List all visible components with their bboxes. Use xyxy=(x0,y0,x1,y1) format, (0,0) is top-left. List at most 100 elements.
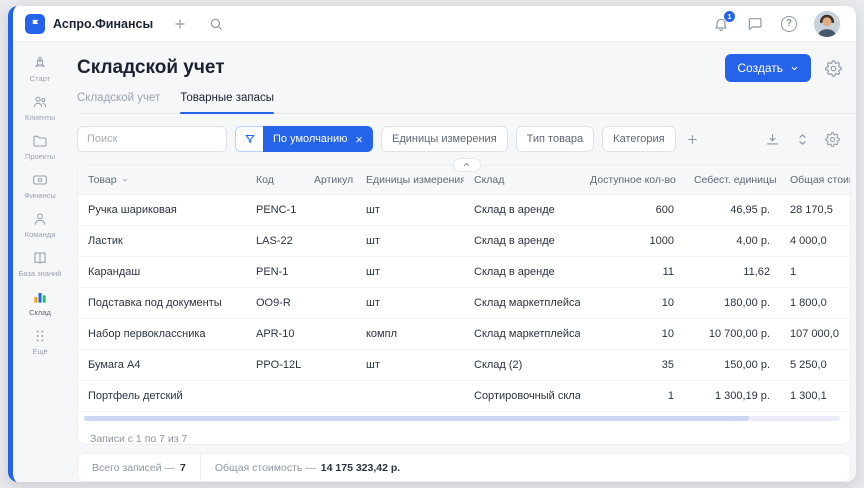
create-button-label: Создать xyxy=(737,61,783,75)
cell-product: Карандаш xyxy=(78,256,246,287)
column-header-qty[interactable]: Доступное кол-во xyxy=(580,166,684,195)
table-row[interactable]: Набор первоклассника APR-10 компл Склад … xyxy=(78,318,850,349)
sidebar-item-more[interactable]: Ещё xyxy=(15,325,65,359)
total-records-label: Всего записей — xyxy=(92,462,175,474)
add-filter-button[interactable] xyxy=(686,133,699,146)
topbar: Аспро.Финансы 1 ? xyxy=(13,6,856,42)
filter-chip-category[interactable]: Категория xyxy=(602,126,675,152)
chat-icon xyxy=(747,16,763,32)
cell-total: 28 170,5 xyxy=(780,194,850,225)
help-button[interactable]: ? xyxy=(780,15,798,33)
column-header-product[interactable]: Товар xyxy=(78,166,246,195)
active-filter-chip[interactable]: По умолчанию × xyxy=(263,126,373,152)
global-search-button[interactable] xyxy=(207,15,225,33)
page-title: Складской учет xyxy=(77,57,225,79)
inventory-table-card: Товар Код Артикул Единицы измерения Скла… xyxy=(77,165,851,446)
cell-unit-cost: 11,62 xyxy=(684,256,780,287)
app-body: Старт Клиенты Проекты Финансы xyxy=(13,42,856,482)
sidebar: Старт Клиенты Проекты Финансы xyxy=(13,42,67,482)
sidebar-item-finance[interactable]: Финансы xyxy=(15,169,65,203)
column-header-warehouse[interactable]: Склад xyxy=(464,166,580,195)
app-logo[interactable] xyxy=(25,14,45,34)
table-row[interactable]: Подставка под документы OO9-R шт Склад м… xyxy=(78,287,850,318)
cell-product: Ручка шариковая xyxy=(78,194,246,225)
plus-icon xyxy=(686,133,699,146)
cell-code: APR-10 xyxy=(246,318,304,349)
cell-article xyxy=(304,256,356,287)
sidebar-item-projects[interactable]: Проекты xyxy=(15,130,65,164)
projects-icon xyxy=(32,133,48,149)
cell-product: Набор первоклассника xyxy=(78,318,246,349)
cell-article xyxy=(304,349,356,380)
column-header-total[interactable]: Общая стоимость xyxy=(780,166,850,195)
cell-unit-cost: 46,95 р. xyxy=(684,194,780,225)
cell-qty: 600 xyxy=(580,194,684,225)
notifications-button[interactable]: 1 xyxy=(712,15,730,33)
cell-unit-cost: 10 700,00 р. xyxy=(684,318,780,349)
cell-qty: 1000 xyxy=(580,225,684,256)
filter-button[interactable] xyxy=(235,126,263,152)
table-row[interactable]: Портфель детский Сортировочный скла 1 1 … xyxy=(78,380,850,411)
collapse-filters-button[interactable] xyxy=(453,158,481,172)
tab-warehouse-accounting[interactable]: Складской учет xyxy=(77,92,160,113)
avatar[interactable] xyxy=(814,11,840,37)
cell-warehouse: Склад маркетплейса xyxy=(464,318,580,349)
search-input[interactable] xyxy=(77,126,227,152)
filter-chip-product-type[interactable]: Тип товара xyxy=(516,126,595,152)
cell-total: 4 000,0 xyxy=(780,225,850,256)
cell-article xyxy=(304,380,356,411)
sidebar-item-clients[interactable]: Клиенты xyxy=(15,91,65,125)
create-button[interactable]: Создать xyxy=(725,54,811,82)
inventory-table: Товар Код Артикул Единицы измерения Скла… xyxy=(78,166,850,412)
scrollbar-thumb[interactable] xyxy=(84,416,749,421)
gear-icon xyxy=(825,60,842,77)
export-button[interactable] xyxy=(765,132,780,147)
sidebar-item-label: Старт xyxy=(30,74,50,83)
column-header-unit[interactable]: Единицы измерения xyxy=(356,166,464,195)
expand-rows-button[interactable] xyxy=(795,132,810,147)
cell-warehouse: Склад в аренде xyxy=(464,194,580,225)
cell-code: PEN-1 xyxy=(246,256,304,287)
main-content: Складской учет Создать Складской учет То… xyxy=(67,42,856,482)
tabs: Складской учет Товарные запасы xyxy=(77,92,856,114)
column-header-unit-cost[interactable]: Себест. единицы xyxy=(684,166,780,195)
download-icon xyxy=(765,132,780,147)
table-settings-button[interactable] xyxy=(825,132,840,147)
sidebar-item-knowledge[interactable]: База знаний xyxy=(15,247,65,281)
cell-code: LAS-22 xyxy=(246,225,304,256)
page-settings-button[interactable] xyxy=(825,60,842,77)
sidebar-item-label: Склад xyxy=(29,308,51,317)
quick-add-button[interactable] xyxy=(171,15,189,33)
table-row[interactable]: Бумага А4 PPO-12L шт Склад (2) 35 150,00… xyxy=(78,349,850,380)
column-header-article[interactable]: Артикул xyxy=(304,166,356,195)
cell-unit xyxy=(356,380,464,411)
remove-filter-icon[interactable]: × xyxy=(355,133,363,146)
sidebar-item-team[interactable]: Команда xyxy=(15,208,65,242)
cell-qty: 10 xyxy=(580,287,684,318)
knowledge-icon xyxy=(32,250,48,266)
column-header-code[interactable]: Код xyxy=(246,166,304,195)
sidebar-item-start[interactable]: Старт xyxy=(15,52,65,86)
messages-button[interactable] xyxy=(746,15,764,33)
notification-badge: 1 xyxy=(723,10,736,23)
filter-chip-units[interactable]: Единицы измерения xyxy=(381,126,508,152)
cell-product: Бумага А4 xyxy=(78,349,246,380)
chevron-down-icon xyxy=(790,64,799,73)
total-cost-value: 14 175 323,42 р. xyxy=(321,462,400,474)
table-row[interactable]: Ручка шариковая PENC-1 шт Склад в аренде… xyxy=(78,194,850,225)
cell-product: Подставка под документы xyxy=(78,287,246,318)
table-row[interactable]: Ластик LAS-22 шт Склад в аренде 1000 4,0… xyxy=(78,225,850,256)
chevron-up-icon xyxy=(462,160,471,169)
cell-article xyxy=(304,287,356,318)
app-name: Аспро.Финансы xyxy=(53,17,153,31)
search-icon xyxy=(209,17,223,31)
cell-warehouse: Сортировочный скла xyxy=(464,380,580,411)
horizontal-scrollbar[interactable] xyxy=(84,416,840,421)
sidebar-item-warehouse[interactable]: Склад xyxy=(15,286,65,320)
cell-code: PENC-1 xyxy=(246,194,304,225)
table-row[interactable]: Карандаш PEN-1 шт Склад в аренде 11 11,6… xyxy=(78,256,850,287)
tab-goods-stock[interactable]: Товарные запасы xyxy=(180,92,274,113)
sort-chevron-icon xyxy=(121,176,129,184)
warehouse-icon xyxy=(32,289,48,305)
sidebar-item-label: Команда xyxy=(25,230,56,239)
